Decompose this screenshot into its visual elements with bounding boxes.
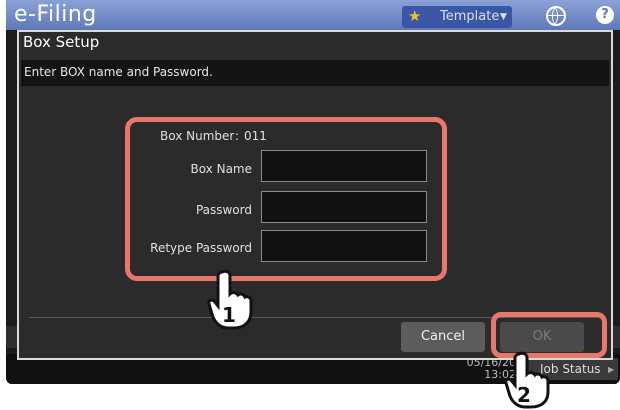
arrow-right-icon: ▶ (608, 365, 615, 374)
help-icon[interactable]: ? (596, 6, 614, 24)
instruction-text: Enter BOX name and Password. (24, 65, 213, 79)
step-2-number: 2 (517, 383, 531, 407)
instruction-bar: Enter BOX name and Password. (21, 60, 609, 86)
cancel-button[interactable]: Cancel (401, 322, 485, 352)
highlight-box-fields (125, 117, 447, 281)
hand-pointer-icon-2: 2 (504, 351, 550, 409)
dialog-title: Box Setup (23, 33, 100, 51)
app-title: e-Filing (14, 2, 97, 27)
hand-pointer-icon-1: 1 (207, 269, 253, 330)
globe-icon[interactable] (546, 6, 566, 26)
star-icon: ★ (408, 7, 422, 25)
step-1-number: 1 (222, 303, 236, 327)
template-button[interactable]: ★ Template ▼ (402, 6, 512, 28)
chevron-down-icon: ▼ (500, 12, 507, 22)
top-bar: e-Filing ★ Template ▼ ? (6, 0, 620, 30)
template-label: Template (440, 9, 500, 24)
